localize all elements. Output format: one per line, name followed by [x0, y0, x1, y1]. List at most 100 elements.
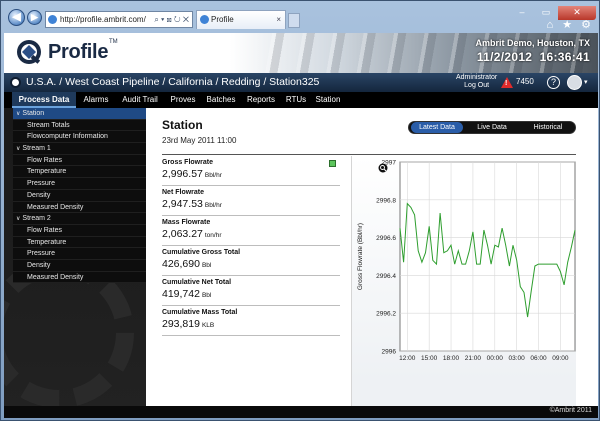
tools-gear-icon[interactable]: ⚙: [581, 19, 591, 31]
ie-icon: [48, 15, 57, 24]
settings-menu-icon[interactable]: [567, 75, 582, 90]
x-tick-label: 09:00: [552, 355, 569, 362]
minimize-button[interactable]: –: [510, 6, 534, 20]
main-nav: Process Data Alarms Audit Trail Proves B…: [4, 92, 598, 108]
alarm-warning-glyph: !: [505, 80, 508, 87]
metric-value-line: 2,063.27 ton/hr: [162, 228, 340, 240]
browser-tab[interactable]: Profile ×: [196, 10, 286, 29]
sidebar-item-temperature[interactable]: Temperature: [13, 166, 146, 179]
sidebar-group-station[interactable]: Station: [13, 108, 146, 120]
tab-batches[interactable]: Batches: [201, 92, 241, 108]
metric-cumulative-mass-total[interactable]: Cumulative Mass Total 293,819 KLB: [162, 306, 340, 336]
metric-value: 293,819: [162, 318, 200, 330]
back-button[interactable]: ◀: [8, 9, 25, 26]
view-live-data[interactable]: Live Data: [465, 122, 519, 133]
location-pin-icon[interactable]: [10, 77, 21, 88]
chart-selected-indicator-icon[interactable]: [329, 160, 336, 167]
metric-cumulative-gross-total[interactable]: Cumulative Gross Total 426,690 Bbl: [162, 246, 340, 276]
sidebar-item-density[interactable]: Density: [13, 190, 146, 202]
help-icon[interactable]: ?: [547, 76, 560, 89]
web-page: Profile TM Ambrit Demo, Houston, TX 11/2…: [4, 33, 598, 418]
x-tick-label: 15:00: [421, 355, 438, 362]
view-historical[interactable]: Historical: [521, 122, 575, 133]
metric-unit: Bbl/hr: [204, 172, 222, 179]
metric-unit: ton/hr: [204, 232, 222, 239]
new-tab-button[interactable]: [288, 13, 300, 28]
current-date: 11/2/2012: [476, 50, 533, 64]
sidebar-group-stream-2[interactable]: Stream 2: [13, 213, 146, 225]
plot-area: [399, 161, 576, 352]
tab-reports[interactable]: Reports: [241, 92, 281, 108]
flowrate-chart[interactable]: 29962996.22996.42996.62996.8299712:00 15:…: [352, 156, 577, 406]
tab-process-data[interactable]: Process Data: [12, 92, 76, 108]
logout-link[interactable]: Log Out: [456, 82, 497, 90]
metric-cumulative-net-total[interactable]: Cumulative Net Total 419,742 Bbl: [162, 276, 340, 306]
favorites-star-icon[interactable]: ★: [562, 19, 572, 31]
tab-title: Profile: [211, 15, 234, 24]
logo-text: Profile: [48, 41, 109, 63]
view-mode-switch: Latest Data Live Data Historical: [408, 121, 576, 134]
metric-label: Cumulative Mass Total: [162, 309, 238, 316]
y-axis-label: Gross Flowrate (Bbl/hr): [357, 223, 364, 290]
view-latest-data[interactable]: Latest Data: [411, 122, 463, 133]
main-content: Station 23rd May 2011 11:00 Latest Data …: [146, 108, 598, 406]
header-banner: Profile TM Ambrit Demo, Houston, TX 11/2…: [4, 33, 598, 73]
sidebar-item-flow-rates[interactable]: Flow Rates: [13, 155, 146, 167]
address-url: http://profile.ambrit.com/: [60, 15, 146, 24]
logo-globe-icon: [17, 40, 41, 64]
x-tick-label: 18:00: [443, 355, 460, 362]
sidebar-item-flowcomputer-information[interactable]: Flowcomputer Information: [13, 131, 146, 144]
y-tick-label: 2996.6: [376, 235, 396, 242]
tab-rtus[interactable]: RTUs: [281, 92, 311, 108]
metric-label: Mass Flowrate: [162, 219, 211, 226]
forward-button[interactable]: ▶: [27, 10, 42, 25]
sidebar-item-measured-density[interactable]: Measured Density: [13, 202, 146, 214]
browser-toolbar-icons: ⌂ ★ ⚙: [540, 18, 591, 31]
account-menu[interactable]: Administrator Log Out: [456, 74, 497, 90]
zoom-magnifier-icon[interactable]: [378, 163, 388, 173]
metric-value: 426,690: [162, 258, 200, 270]
home-icon[interactable]: ⌂: [546, 19, 553, 31]
metric-label: Cumulative Gross Total: [162, 249, 241, 256]
sidebar-item-measured-density[interactable]: Measured Density: [13, 272, 146, 284]
chevron-down-icon[interactable]: ▾: [584, 78, 588, 86]
breadcrumb[interactable]: U.S.A. / West Coast Pipeline / Californi…: [26, 75, 319, 90]
user-location: Ambrit Demo, Houston, TX: [475, 38, 591, 48]
sidebar-item-temperature[interactable]: Temperature: [13, 237, 146, 249]
tab-station[interactable]: Station: [311, 92, 345, 108]
tab-close-icon[interactable]: ×: [276, 11, 281, 28]
metric-unit: Bbl: [201, 292, 212, 299]
page-date: 23rd May 2011 11:00: [162, 136, 237, 145]
sidebar-item-density[interactable]: Density: [13, 260, 146, 272]
metric-value-line: 293,819 KLB: [162, 318, 340, 330]
flowrate-chart-panel: 2996 2996.2 2996.4 2996.6 2996.8 2997 12:00 15:…: [351, 156, 576, 406]
y-tick-label: 2996.4: [376, 273, 396, 280]
copyright: ©Ambrit 2011: [549, 407, 592, 414]
metric-label: Cumulative Net Total: [162, 279, 232, 286]
x-tick-label: 00:00: [487, 355, 504, 362]
metric-value-line: 426,690 Bbl: [162, 258, 340, 270]
tab-alarms[interactable]: Alarms: [78, 92, 114, 108]
sidebar-item-pressure[interactable]: Pressure: [13, 178, 146, 190]
sidebar-item-pressure[interactable]: Pressure: [13, 248, 146, 260]
metric-gross-flowrate[interactable]: Gross Flowrate 2,996.57 Bbl/hr: [162, 156, 340, 186]
x-tick-label: 06:00: [530, 355, 547, 362]
alarm-count[interactable]: 7450: [516, 77, 534, 86]
sidebar-item-stream-totals[interactable]: Stream Totals: [13, 120, 146, 132]
sidebar-item-flow-rates[interactable]: Flow Rates: [13, 225, 146, 237]
metric-label: Gross Flowrate: [162, 159, 213, 166]
address-bar[interactable]: http://profile.ambrit.com/ ⌕ ▾ ⊠ ↻ ✕: [45, 11, 193, 28]
tab-ie-icon: [200, 15, 209, 24]
metric-net-flowrate[interactable]: Net Flowrate 2,947.53 Bbl/hr: [162, 186, 340, 216]
y-tick-label: 2996.8: [376, 197, 396, 204]
metric-value: 419,742: [162, 288, 200, 300]
window-controls: – ▭ ✕: [510, 2, 596, 20]
user-role: Administrator: [456, 74, 498, 81]
address-tools-icons[interactable]: ⌕ ▾ ⊠ ↻ ✕: [154, 12, 189, 27]
metric-mass-flowrate[interactable]: Mass Flowrate 2,063.27 ton/hr: [162, 216, 340, 246]
x-tick-label: 12:00: [399, 355, 416, 362]
metric-value-line: 2,996.57 Bbl/hr: [162, 168, 340, 180]
tab-proves[interactable]: Proves: [165, 92, 201, 108]
tab-audit-trail[interactable]: Audit Trail: [115, 92, 165, 108]
sidebar-group-stream-1[interactable]: Stream 1: [13, 143, 146, 155]
